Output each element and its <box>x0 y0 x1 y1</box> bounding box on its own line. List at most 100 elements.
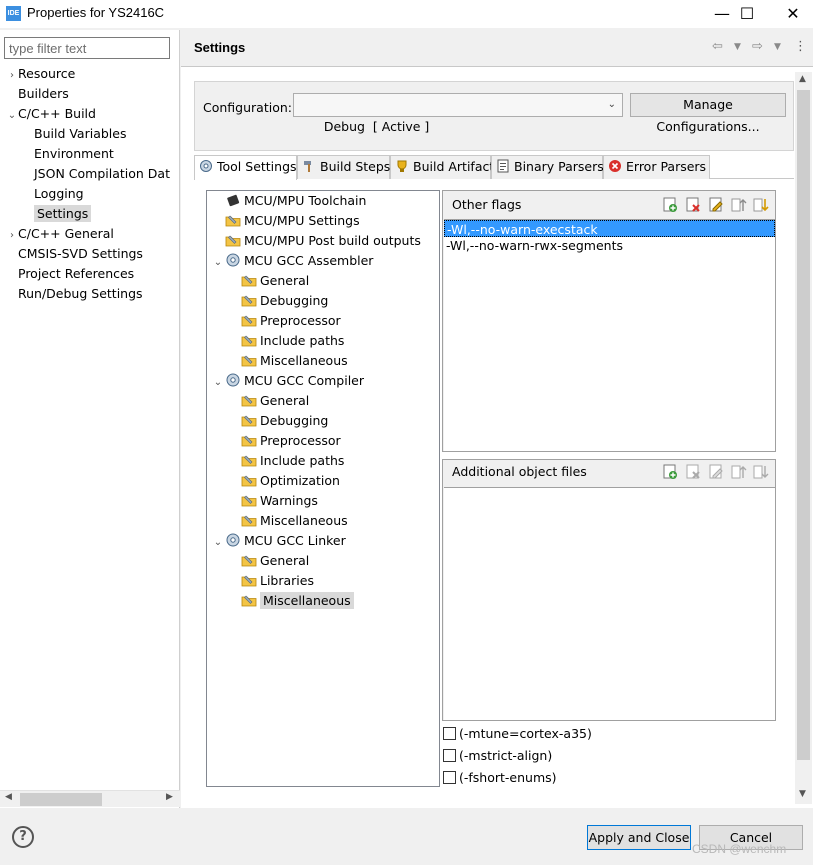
move-up-icon[interactable] <box>730 463 748 481</box>
forward-arrow-icon[interactable]: ⇨ <box>752 39 763 54</box>
chevron-down-icon[interactable]: ⌄ <box>6 106 18 126</box>
edit-icon[interactable] <box>707 196 725 214</box>
move-up-icon[interactable] <box>730 196 748 214</box>
scroll-down-icon[interactable]: ▼ <box>799 789 806 799</box>
tree-item[interactable]: MCU/MPU Settings <box>211 211 437 231</box>
chevron-down-icon[interactable]: ⌄ <box>211 533 225 553</box>
chip-icon <box>227 194 240 207</box>
settings-folder-icon <box>241 355 257 367</box>
forward-menu-chevron-icon[interactable]: ▼ <box>774 42 781 52</box>
tab-tool-settings[interactable]: Tool Settings <box>194 155 297 180</box>
scroll-thumb[interactable] <box>797 90 810 760</box>
chevron-down-icon[interactable]: ⌄ <box>211 373 225 393</box>
sidebar-item-label: Builders <box>18 86 69 101</box>
object-files-panel: Additional object files <box>442 459 776 721</box>
tree-item[interactable]: Libraries <box>211 571 437 591</box>
add-icon[interactable] <box>661 196 679 214</box>
sidebar-item-c-c-build[interactable]: ⌄ C/C++ Build <box>6 104 178 124</box>
tree-item[interactable]: General <box>211 551 437 571</box>
tree-item[interactable]: Debugging <box>211 291 437 311</box>
delete-icon[interactable] <box>684 196 702 214</box>
scroll-up-icon[interactable]: ▲ <box>799 74 806 84</box>
sidebar-item-label: C/C++ General <box>18 226 114 241</box>
app-icon: IDE <box>6 6 21 21</box>
checkbox-box[interactable] <box>443 727 456 740</box>
list-item[interactable]: -Wl,--no-warn-execstack <box>444 220 775 237</box>
checkbox-box[interactable] <box>443 771 456 784</box>
back-arrow-icon[interactable]: ⇦ <box>712 39 723 54</box>
settings-folder-icon <box>241 595 257 607</box>
tab-build-steps[interactable]: Build Steps <box>297 155 390 179</box>
other-flags-list[interactable]: -Wl,--no-warn-execstack -Wl,--no-warn-rw… <box>444 219 775 451</box>
edit-icon[interactable] <box>707 463 725 481</box>
tree-item[interactable]: ⌄ MCU GCC Assembler <box>211 251 437 271</box>
sidebar-item-project-references[interactable]: Project References <box>6 264 178 284</box>
tree-item[interactable]: MCU/MPU Post build outputs <box>211 231 437 251</box>
close-button[interactable]: ✕ <box>770 0 813 28</box>
horizontal-scrollbar[interactable]: ◀ ▶ <box>0 790 180 807</box>
sidebar-item-environment[interactable]: Environment <box>6 144 178 164</box>
sidebar-item-c-c-general[interactable]: › C/C++ General <box>6 224 178 244</box>
scroll-thumb[interactable] <box>20 793 102 806</box>
tree-item[interactable]: General <box>211 271 437 291</box>
sidebar-item-resource[interactable]: › Resource <box>6 64 178 84</box>
tree-item[interactable]: Miscellaneous <box>211 591 437 611</box>
tree-item[interactable]: Warnings <box>211 491 437 511</box>
tree-item[interactable]: Miscellaneous <box>211 351 437 371</box>
error-icon <box>609 160 621 172</box>
sidebar-item-label: Environment <box>34 146 114 161</box>
sidebar-item-builders[interactable]: Builders <box>6 84 178 104</box>
back-menu-chevron-icon[interactable]: ▼ <box>734 42 741 52</box>
tree-item[interactable]: Preprocessor <box>211 311 437 331</box>
maximize-button[interactable]: ☐ <box>724 0 770 28</box>
fshort-enums-checkbox[interactable]: (-fshort-enums) <box>443 770 557 788</box>
checkbox-box[interactable] <box>443 749 456 762</box>
tree-item-label: MCU GCC Linker <box>244 533 346 548</box>
apply-and-close-button[interactable]: Apply and Close <box>587 825 691 850</box>
chevron-right-icon[interactable]: › <box>6 66 18 86</box>
chevron-down-icon[interactable]: ⌄ <box>211 253 225 273</box>
scroll-left-icon[interactable]: ◀ <box>5 792 12 802</box>
object-files-title: Additional object files <box>452 464 587 479</box>
sidebar-item-json-compilation-dat[interactable]: JSON Compilation Dat <box>6 164 178 184</box>
sidebar-item-settings[interactable]: Settings <box>6 204 178 224</box>
sidebar-item-cmsis-svd-settings[interactable]: CMSIS-SVD Settings <box>6 244 178 264</box>
sidebar-item-label: Build Variables <box>34 126 127 141</box>
tree-item[interactable]: MCU/MPU Toolchain <box>211 191 437 211</box>
chevron-right-icon[interactable]: › <box>6 226 18 246</box>
settings-folder-icon <box>241 495 257 507</box>
sidebar-item-run-debug-settings[interactable]: Run/Debug Settings <box>6 284 178 304</box>
tab-binary-parsers[interactable]: Binary Parsers <box>491 155 604 179</box>
configuration-select[interactable]: Debug [ Active ] ⌄ <box>293 93 623 134</box>
tree-item[interactable]: Preprocessor <box>211 431 437 451</box>
mstrict-align-checkbox[interactable]: (-mstrict-align) <box>443 748 552 766</box>
help-button[interactable]: ? <box>12 826 34 848</box>
mtune-checkbox[interactable]: (-mtune=cortex-a35) <box>443 726 592 744</box>
navigation-tree: › Resource Builders ⌄ C/C++ Build Build Varia… <box>6 64 178 304</box>
scroll-right-icon[interactable]: ▶ <box>166 792 173 802</box>
tree-item[interactable]: Include paths <box>211 331 437 351</box>
tree-item[interactable]: Miscellaneous <box>211 511 437 531</box>
list-item[interactable]: -Wl,--no-warn-rwx-segments <box>444 237 775 254</box>
tree-item[interactable]: ⌄ MCU GCC Compiler <box>211 371 437 391</box>
tree-item[interactable]: Debugging <box>211 411 437 431</box>
view-menu-icon[interactable]: ⋮ <box>794 39 807 54</box>
tree-item[interactable]: General <box>211 391 437 411</box>
sidebar-item-logging[interactable]: Logging <box>6 184 178 204</box>
delete-icon[interactable] <box>684 463 702 481</box>
vertical-scrollbar[interactable]: ▲ ▼ <box>795 72 812 804</box>
other-flags-panel: Other flags -Wl,--no-warn-execstack -Wl,… <box>442 190 776 452</box>
tree-item[interactable]: Optimization <box>211 471 437 491</box>
tree-item[interactable]: Include paths <box>211 451 437 471</box>
add-icon[interactable] <box>661 463 679 481</box>
move-down-icon[interactable] <box>752 196 770 214</box>
tree-item[interactable]: ⌄ MCU GCC Linker <box>211 531 437 551</box>
manage-configurations-button[interactable]: Manage Configurations... <box>630 93 786 134</box>
sidebar-item-build-variables[interactable]: Build Variables <box>6 124 178 144</box>
move-down-icon[interactable] <box>752 463 770 481</box>
filter-input[interactable] <box>4 37 170 59</box>
settings-folder-icon <box>241 415 257 427</box>
tab-error-parsers[interactable]: Error Parsers <box>603 155 710 179</box>
tab-build-artifact[interactable]: Build Artifact <box>390 155 494 179</box>
object-files-list[interactable] <box>444 487 775 720</box>
